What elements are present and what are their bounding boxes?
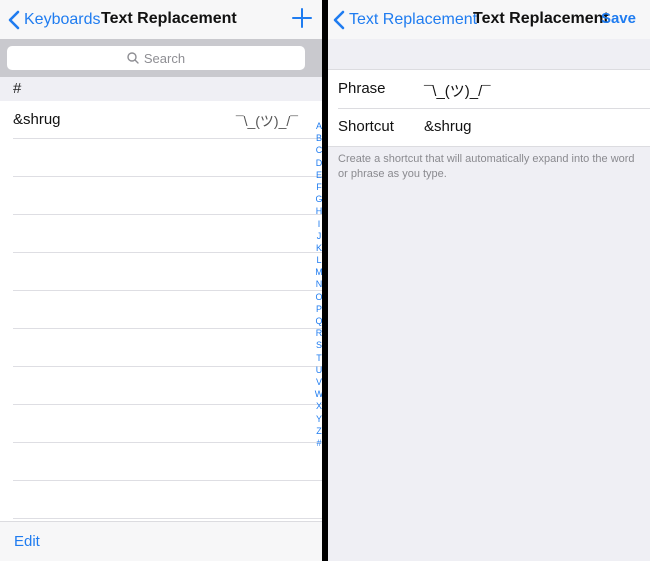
entries-list: &shrug ¯\_(ツ)_/¯ [0,101,322,519]
empty-row [13,253,322,291]
search-placeholder: Search [143,50,186,66]
search-icon [127,52,139,64]
index-letter[interactable]: Q [314,315,322,327]
empty-row [13,215,322,253]
index-letter[interactable]: M [314,266,322,278]
index-letter[interactable]: C [314,144,322,156]
index-letter[interactable]: D [314,157,322,169]
empty-row [13,177,322,215]
back-button-label: Text Replacement [349,11,478,28]
index-letter[interactable]: # [314,437,322,449]
navigation-bar: Keyboards Text Replacement [0,0,322,39]
index-letter[interactable]: L [314,254,322,266]
search-input[interactable]: Search [7,46,305,70]
index-letter[interactable]: F [314,181,322,193]
index-letter[interactable]: P [314,303,322,315]
phrase-field[interactable]: Phrase ¯\_(ツ)_/¯ [328,70,650,108]
page-title: Text Replacement [101,10,237,27]
edit-replacement-pane: Text Replacement Text Replacement Save P… [328,0,650,561]
page-title: Text Replacement [473,10,609,27]
empty-row [13,329,322,367]
index-letter[interactable]: Z [314,425,322,437]
index-letter[interactable]: X [314,400,322,412]
list-item[interactable]: &shrug ¯\_(ツ)_/¯ [13,101,322,139]
index-letter[interactable]: Y [314,413,322,425]
index-letter[interactable]: R [314,327,322,339]
navigation-bar: Text Replacement Text Replacement Save [328,0,650,39]
empty-row [13,443,322,481]
empty-row [13,405,322,443]
add-icon[interactable] [292,8,312,28]
help-text: Create a shortcut that will automaticall… [338,153,635,180]
screen: Keyboards Text Replacement Search # &shr… [0,0,650,561]
empty-row [13,367,322,405]
search-bar: Search [0,39,322,77]
text-replacement-list-pane: Keyboards Text Replacement Search # &shr… [0,0,322,561]
index-letter[interactable]: B [314,132,322,144]
shortcut-field[interactable]: Shortcut &shrug [328,108,650,146]
index-letter[interactable]: W [314,388,322,400]
index-letter[interactable]: O [314,291,322,303]
chevron-left-icon [8,10,20,30]
empty-row [13,291,322,329]
index-letter[interactable]: A [314,120,322,132]
index-letter[interactable]: V [314,376,322,388]
back-button-label: Keyboards [24,11,101,28]
chevron-left-icon [333,10,345,30]
bottom-toolbar: Edit [0,521,322,561]
index-letter[interactable]: U [314,364,322,376]
entry-shortcut: &shrug [13,111,61,128]
index-letter[interactable]: J [314,230,322,242]
phrase-label: Phrase [338,80,386,97]
section-index[interactable]: A B C D E F G H I J K L M N O P Q R S T … [314,120,322,449]
save-button[interactable]: Save [601,10,636,27]
index-letter[interactable]: E [314,169,322,181]
back-button-keyboards[interactable]: Keyboards [7,9,101,31]
entry-phrase: ¯\_(ツ)_/¯ [235,113,298,129]
replacement-form: Phrase ¯\_(ツ)_/¯ Shortcut &shrug [328,69,650,147]
section-header: # [0,77,322,101]
index-letter[interactable]: N [314,278,322,290]
index-letter[interactable]: H [314,205,322,217]
index-letter[interactable]: G [314,193,322,205]
index-letter[interactable]: I [314,218,322,230]
back-button-text-replacement[interactable]: Text Replacement [332,9,477,31]
index-letter[interactable]: S [314,339,322,351]
index-letter[interactable]: K [314,242,322,254]
phrase-input[interactable]: ¯\_(ツ)_/¯ [424,80,491,101]
shortcut-label: Shortcut [338,118,394,135]
edit-button[interactable]: Edit [14,533,40,550]
empty-row [13,481,322,519]
index-letter[interactable]: T [314,352,322,364]
empty-row [13,139,322,177]
shortcut-input[interactable]: &shrug [424,118,472,135]
